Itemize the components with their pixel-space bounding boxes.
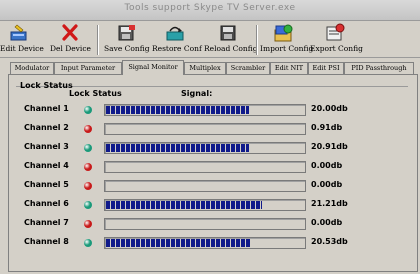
restore-config-icon	[166, 26, 184, 41]
lock-status-led	[84, 182, 92, 190]
channel-name: Channel 4	[24, 161, 69, 170]
edit-device-icon	[10, 24, 27, 41]
channel-name: Channel 8	[24, 237, 69, 246]
tab-multiplex[interactable]: Multiplex	[184, 62, 226, 74]
save-config-icon	[118, 25, 135, 41]
export-config-button[interactable]: Export Config	[310, 23, 363, 57]
group-divider	[16, 86, 408, 87]
signal-header: Signal:	[181, 89, 213, 98]
signal-value: 0.00db	[311, 218, 343, 227]
lock-status-led	[84, 201, 92, 209]
signal-level-fill	[106, 106, 249, 114]
channel-row: Channel 6 21.21db	[9, 199, 417, 211]
signal-level-bar	[104, 161, 306, 173]
signal-monitor-panel: Lock Status Lock Status Signal: Channel …	[8, 74, 418, 272]
toolbar-separator	[97, 25, 99, 55]
signal-value: 20.91db	[311, 142, 348, 151]
tab-modulator[interactable]: Modulator	[10, 62, 54, 74]
export-config-icon	[326, 23, 345, 41]
signal-level-bar	[104, 180, 306, 192]
tab-edit-psi[interactable]: Edit PSI	[308, 62, 344, 74]
signal-value: 0.00db	[311, 161, 343, 170]
tab-input-parameter[interactable]: Input Parameter	[54, 62, 122, 74]
del-device-button[interactable]: Del Device	[50, 23, 91, 57]
channel-row: Channel 1 20.00db	[9, 104, 417, 116]
tab-strip: Modulator Input Parameter Signal Monitor…	[8, 60, 414, 75]
channel-row: Channel 2 0.91db	[9, 123, 417, 135]
channel-row: Channel 3 20.91db	[9, 142, 417, 154]
lock-status-led	[84, 125, 92, 133]
window-title: Tools support Skype TV Server.exe	[124, 3, 296, 13]
channel-name: Channel 7	[24, 218, 69, 227]
tab-edit-nit[interactable]: Edit NIT	[270, 62, 308, 74]
toolbar: Edit Device Del Device Save Config Resto…	[0, 21, 420, 58]
tab-pid-passthrough[interactable]: PID Passthrough	[344, 62, 414, 74]
channel-row: Channel 4 0.00db	[9, 161, 417, 173]
signal-level-bar	[104, 142, 306, 154]
signal-level-bar	[104, 237, 306, 249]
title-bar: Tools support Skype TV Server.exe	[0, 0, 420, 21]
import-config-icon	[274, 24, 293, 42]
restore-config-button[interactable]: Restore Conf	[152, 23, 202, 57]
delete-x-icon	[62, 24, 78, 41]
tab-scrambler[interactable]: Scrambler	[226, 62, 270, 74]
signal-level-bar	[104, 199, 306, 211]
channel-row: Channel 5 0.00db	[9, 180, 417, 192]
signal-level-fill	[106, 144, 249, 152]
channel-row: Channel 7 0.00db	[9, 218, 417, 230]
edit-device-button[interactable]: Edit Device	[0, 23, 44, 57]
signal-value: 0.91db	[311, 123, 343, 132]
lock-status-led	[84, 144, 92, 152]
lock-status-led	[84, 239, 92, 247]
channel-row: Channel 8 20.53db	[9, 237, 417, 249]
signal-level-bar	[104, 104, 306, 116]
channel-name: Channel 6	[24, 199, 69, 208]
tab-signal-monitor[interactable]: Signal Monitor	[122, 60, 184, 75]
lock-status-led	[84, 163, 92, 171]
lock-status-led	[84, 106, 92, 114]
channel-name: Channel 5	[24, 180, 69, 189]
reload-config-button[interactable]: Reload Config	[204, 23, 258, 57]
signal-value: 20.00db	[311, 104, 348, 113]
toolbar-separator	[256, 25, 258, 55]
signal-level-bar	[104, 123, 306, 135]
lock-status-header: Lock Status	[69, 89, 122, 98]
channel-name: Channel 1	[24, 104, 69, 113]
reload-config-icon	[220, 25, 236, 41]
signal-level-fill	[106, 201, 262, 209]
signal-level-bar	[104, 218, 306, 230]
signal-level-fill	[106, 239, 251, 247]
signal-value: 0.00db	[311, 180, 343, 189]
group-title: Lock Status	[20, 81, 73, 90]
channel-name: Channel 3	[24, 142, 69, 151]
signal-value: 21.21db	[311, 199, 348, 208]
signal-value: 20.53db	[311, 237, 348, 246]
import-config-button[interactable]: Import Config	[260, 23, 313, 57]
lock-status-led	[84, 220, 92, 228]
save-config-button[interactable]: Save Config	[104, 23, 150, 57]
channel-name: Channel 2	[24, 123, 69, 132]
